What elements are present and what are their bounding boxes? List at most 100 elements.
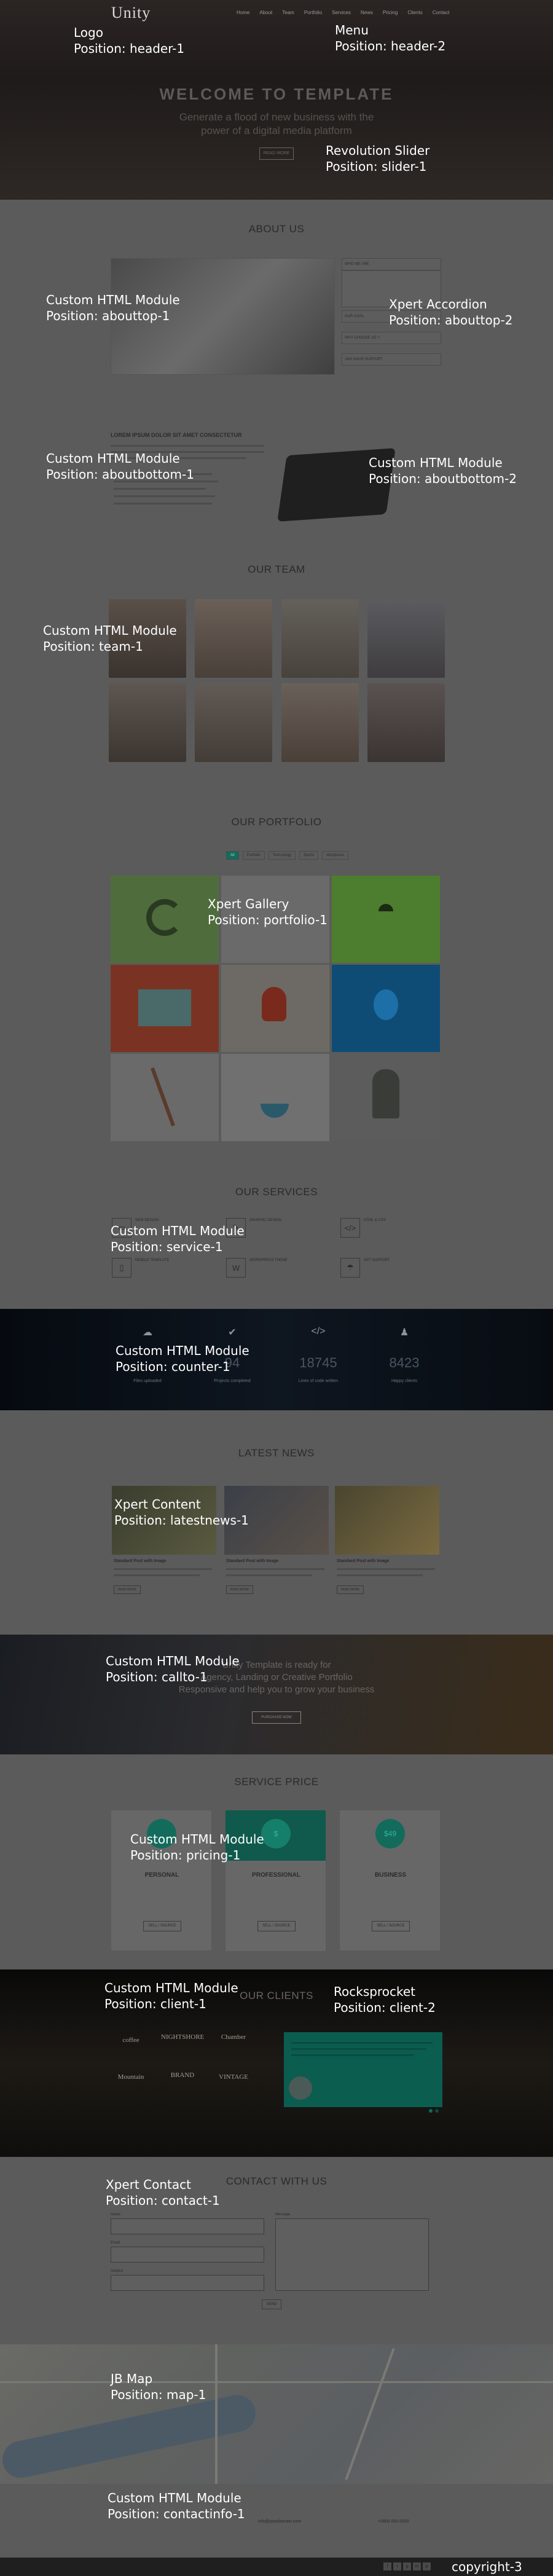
menu-item-team[interactable]: Team xyxy=(282,10,294,15)
map-position-label: JB Map Position: map-1 xyxy=(111,2371,206,2403)
text-line xyxy=(226,1568,324,1570)
mobile-icon: ▯ xyxy=(112,1258,131,1278)
portfolio-item[interactable] xyxy=(111,876,219,963)
slider-subtitle: Generate a flood of new business with th… xyxy=(0,111,553,138)
client2-position: Position: client-2 xyxy=(334,2000,436,2015)
client-logo[interactable]: coffee xyxy=(109,2025,152,2056)
accordion-item-why-choose-us[interactable]: WHY CHOOSE US ? xyxy=(342,332,441,344)
menu-item-contact[interactable]: Contact xyxy=(433,10,450,15)
portfolio-item[interactable] xyxy=(332,1054,440,1141)
clients-title: OUR CLIENTS xyxy=(240,1990,313,2001)
portfolio-item[interactable] xyxy=(111,1054,219,1141)
team-label: Custom HTML Module xyxy=(43,623,177,638)
text-line xyxy=(291,2054,414,2056)
service-name: MOBILE TEMPLATE xyxy=(135,1259,170,1262)
map-section[interactable] xyxy=(0,2344,553,2484)
menu-item-news[interactable]: News xyxy=(361,10,373,15)
slider-position-label: Revolution Slider Position: slider-1 xyxy=(326,143,429,175)
menu-item-services[interactable]: Services xyxy=(332,10,351,15)
counter-label: Files uploaded xyxy=(133,1379,162,1383)
message-field[interactable] xyxy=(275,2218,429,2291)
tree-photo xyxy=(372,1069,399,1118)
news-item-title[interactable]: Standard Post with Image xyxy=(114,1559,167,1563)
filter-technology[interactable]: Technology xyxy=(268,851,296,860)
aboutbottom1-position: Position: aboutbottom-1 xyxy=(46,467,194,482)
pricing-position-label: Custom HTML Module Position: pricing-1 xyxy=(130,1831,264,1863)
subject-field-label: Subject xyxy=(111,2269,124,2273)
purchase-now-button[interactable]: PURCHASE NOW xyxy=(252,1711,301,1724)
contact-phone: +0800 000 0000 xyxy=(378,2519,409,2524)
menu-item-portfolio[interactable]: Portfolio xyxy=(304,10,322,15)
linkedin-icon[interactable]: in xyxy=(413,2562,421,2570)
service-name: GRAPHIC DESIGN xyxy=(249,1219,282,1222)
abouttop1-position-label: Custom HTML Module Position: abouttop-1 xyxy=(46,292,180,324)
site-logo[interactable]: Unity xyxy=(111,4,151,22)
plan-button[interactable]: SELL / SOURCE xyxy=(372,1921,410,1931)
team-position: Position: team-1 xyxy=(43,639,143,654)
callto-label: Custom HTML Module xyxy=(106,1654,240,1668)
aboutbottom2-label: Custom HTML Module xyxy=(369,455,503,470)
carousel-dot[interactable] xyxy=(435,2109,439,2113)
client1-label: Custom HTML Module xyxy=(104,1981,238,1995)
callto-line-1: Unity Template is ready for xyxy=(222,1660,331,1670)
text-line xyxy=(111,445,264,447)
team-member-photo xyxy=(367,599,445,678)
subject-field[interactable] xyxy=(111,2275,264,2291)
portfolio-item[interactable] xyxy=(221,1054,329,1141)
slider-read-more-button[interactable]: READ MORE xyxy=(259,147,294,160)
portfolio-item[interactable] xyxy=(332,876,440,963)
news-read-more-button[interactable]: READ MORE xyxy=(226,1585,253,1594)
plan-button[interactable]: SELL / SOURCE xyxy=(143,1921,181,1931)
filter-sports[interactable]: Sports xyxy=(299,851,319,860)
carousel-dot[interactable] xyxy=(429,2109,433,2113)
client-logo[interactable]: BRAND xyxy=(161,2060,204,2091)
send-button[interactable]: SEND xyxy=(262,2299,281,2309)
portfolio-item[interactable] xyxy=(332,965,440,1052)
team-member-photo xyxy=(109,683,186,762)
filter-all[interactable]: All xyxy=(226,851,239,860)
client-logo[interactable]: NIGHTSHORE xyxy=(161,2022,204,2052)
price-circle: $49 xyxy=(375,1819,405,1848)
plan-name: PERSONAL xyxy=(144,1872,179,1879)
facebook-icon[interactable]: f xyxy=(383,2562,391,2570)
about-title: ABOUT US xyxy=(248,223,305,235)
portfolio-item[interactable] xyxy=(221,965,329,1052)
menu-item-pricing[interactable]: Pricing xyxy=(383,10,398,15)
accordion-item-support[interactable]: 24/6 HOUR SUPPORT xyxy=(342,353,441,366)
filter-wordpress[interactable]: Wordpress xyxy=(322,851,349,860)
menu-item-about[interactable]: About xyxy=(259,10,272,15)
counter-label-text: Custom HTML Module xyxy=(116,1343,249,1358)
twitter-icon[interactable]: t xyxy=(393,2562,401,2570)
news-read-more-button[interactable]: READ MORE xyxy=(337,1585,364,1594)
contact-email[interactable]: info@yourdomain.com xyxy=(258,2519,301,2524)
callto-text: Unity Template is ready for Agency, Land… xyxy=(0,1659,553,1696)
team-position-label: Custom HTML Module Position: team-1 xyxy=(43,622,177,654)
menu-item-clients[interactable]: Clients xyxy=(407,10,422,15)
menu-position: Position: header-2 xyxy=(335,39,446,53)
slider-subtitle-line-1: Generate a flood of new business with th… xyxy=(179,111,374,123)
pinterest-icon[interactable]: p xyxy=(423,2562,431,2570)
filter-portfolio[interactable]: Portfolio xyxy=(242,851,265,860)
team-member-photo xyxy=(367,683,445,762)
plan-button[interactable]: SELL / SOURCE xyxy=(257,1921,296,1931)
email-field[interactable] xyxy=(111,2247,264,2263)
check-icon: ✔ xyxy=(228,1327,237,1338)
news-read-more-button[interactable]: READ MORE xyxy=(114,1585,141,1594)
plan-name: BUSINESS xyxy=(374,1872,407,1879)
counter-position-label: Custom HTML Module Position: counter-1 xyxy=(116,1343,249,1375)
menu-item-home[interactable]: Home xyxy=(237,10,249,15)
portfolio-item[interactable] xyxy=(111,965,219,1052)
name-field[interactable] xyxy=(111,2218,264,2234)
portfolio-label: Xpert Gallery xyxy=(208,897,289,911)
client-logo[interactable]: Chamber xyxy=(212,2022,255,2052)
client-logo[interactable]: VINTAGE xyxy=(212,2062,255,2092)
google-plus-icon[interactable]: g xyxy=(403,2562,411,2570)
accordion-item-who-we-are[interactable]: WHO WE ARE xyxy=(342,258,441,270)
counter-label: Happy clients xyxy=(391,1379,418,1383)
news-item-title[interactable]: Standard Post with Image xyxy=(337,1559,390,1563)
news-item-title[interactable]: Standard Post with Image xyxy=(226,1559,279,1563)
news-image[interactable] xyxy=(335,1486,439,1555)
price-circle: $ xyxy=(261,1819,291,1848)
client-logo[interactable]: Mountain xyxy=(109,2062,152,2092)
email-field-label: Email xyxy=(111,2241,120,2245)
